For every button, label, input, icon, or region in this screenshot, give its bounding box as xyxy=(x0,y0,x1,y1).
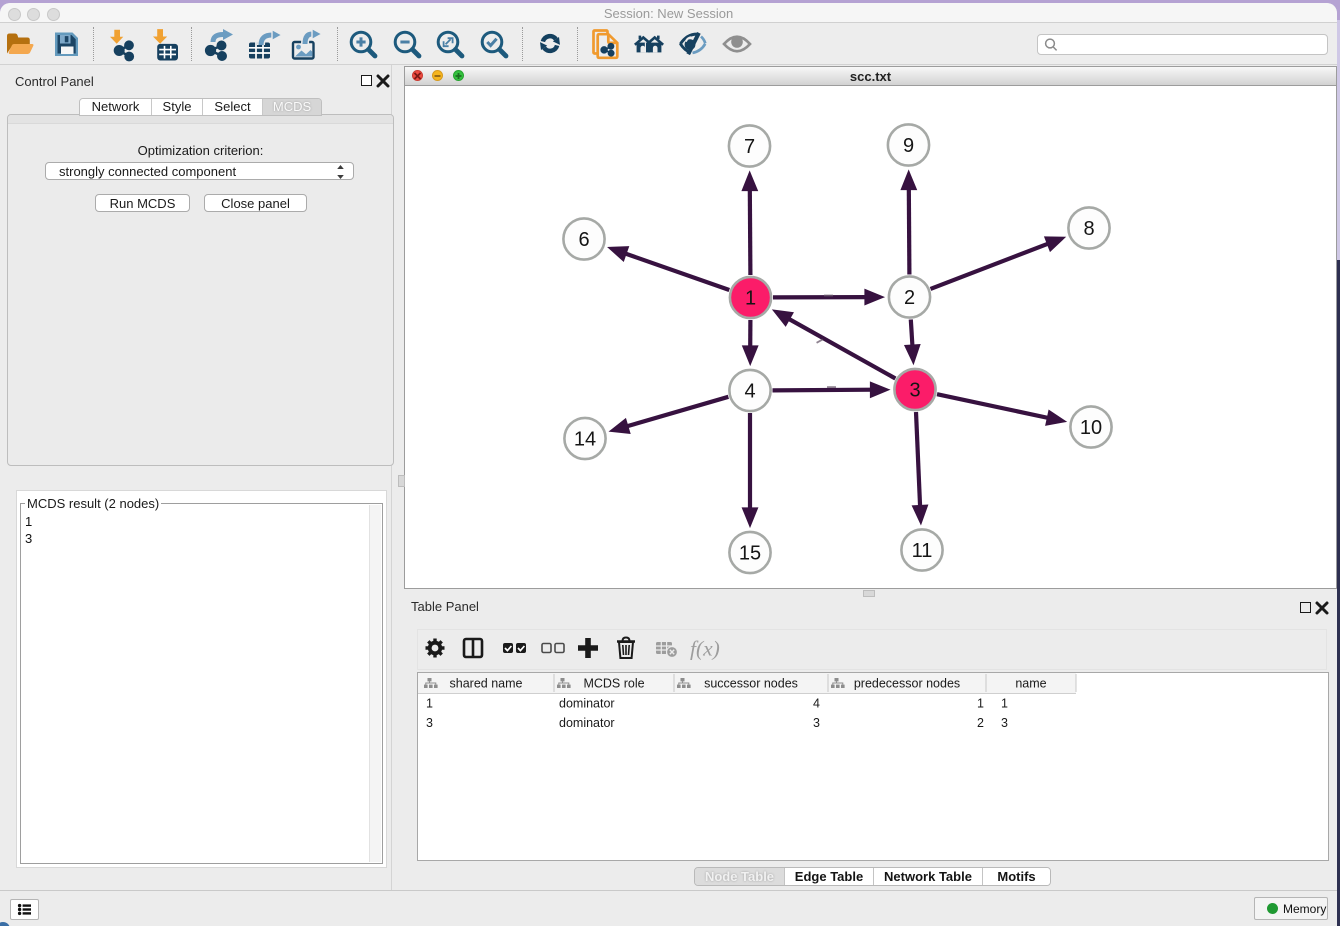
svg-text:1: 1 xyxy=(1001,697,1008,711)
svg-text:10: 10 xyxy=(1080,417,1102,439)
svg-text:2: 2 xyxy=(904,287,915,309)
svg-text:1: 1 xyxy=(977,697,984,711)
svg-text:3: 3 xyxy=(813,716,820,730)
svg-text:1: 1 xyxy=(745,288,756,310)
svg-text:3: 3 xyxy=(426,716,433,730)
svg-text:3: 3 xyxy=(1001,716,1008,730)
svg-text:1: 1 xyxy=(426,697,433,711)
svg-text:name: name xyxy=(1015,677,1046,691)
svg-text:4: 4 xyxy=(744,381,755,403)
svg-text:15: 15 xyxy=(739,543,761,565)
svg-text:8: 8 xyxy=(1083,218,1094,240)
svg-text:3: 3 xyxy=(909,380,920,402)
svg-text:9: 9 xyxy=(903,135,914,157)
svg-text:f(x): f(x) xyxy=(690,637,720,661)
svg-text:14: 14 xyxy=(574,429,596,451)
svg-text:6: 6 xyxy=(578,229,589,251)
svg-text:11: 11 xyxy=(912,540,933,562)
svg-text:successor nodes: successor nodes xyxy=(704,677,798,691)
svg-text:7: 7 xyxy=(744,136,755,158)
svg-text:dominator: dominator xyxy=(559,697,615,711)
svg-text:shared name: shared name xyxy=(450,677,523,691)
svg-text:dominator: dominator xyxy=(559,716,615,730)
svg-text:MCDS role: MCDS role xyxy=(583,677,644,691)
svg-text:2: 2 xyxy=(977,716,984,730)
svg-text:predecessor nodes: predecessor nodes xyxy=(854,677,960,691)
svg-text:4: 4 xyxy=(813,697,820,711)
